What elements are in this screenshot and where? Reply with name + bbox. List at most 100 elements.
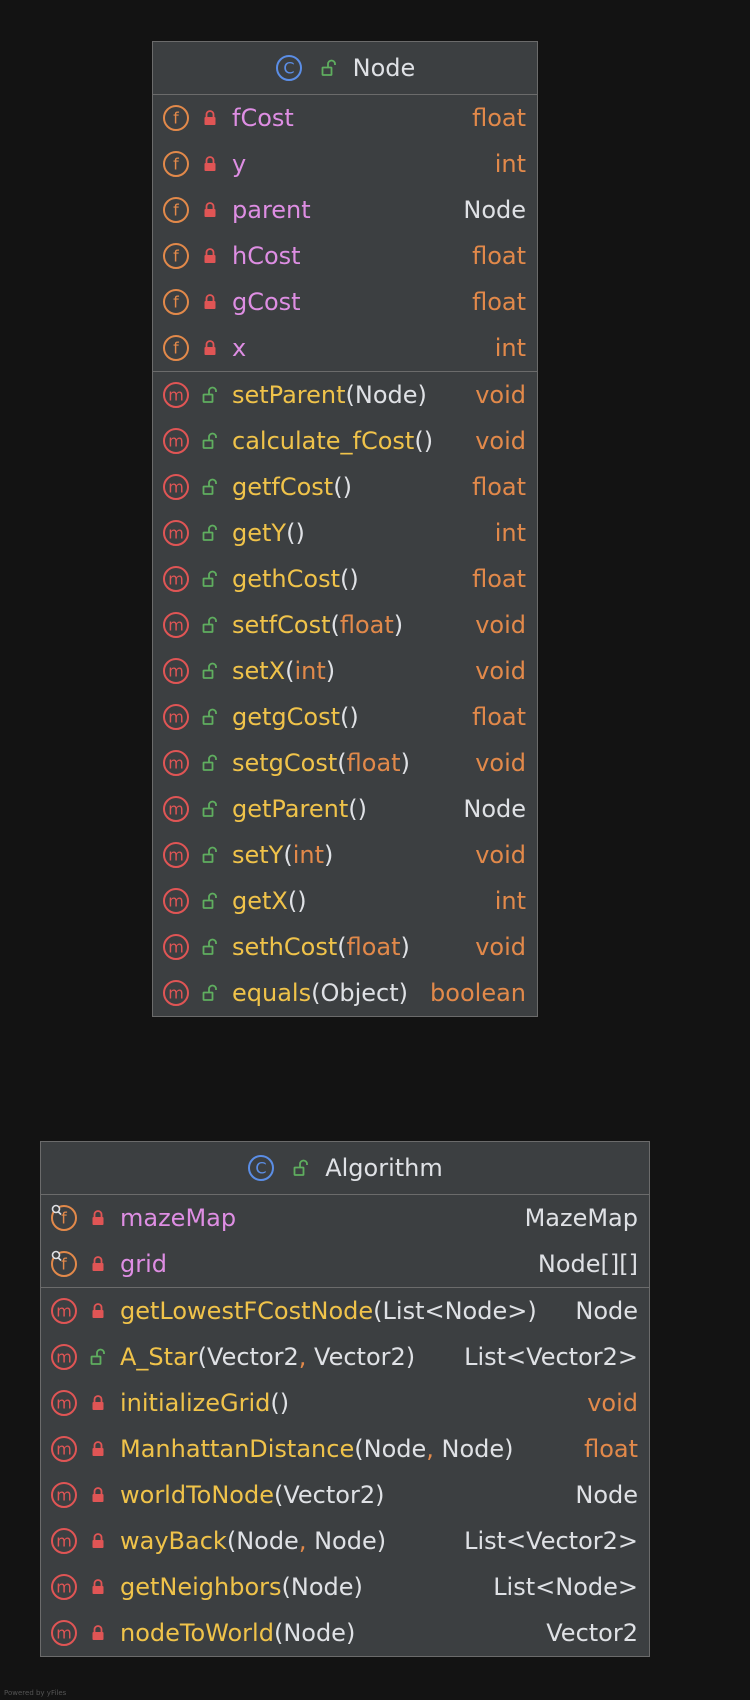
field-row[interactable]: f grid Node[][] [41, 1241, 649, 1287]
method-signature: gethCost() [232, 565, 462, 593]
method-row[interactable]: m sethCost(float) void [153, 924, 537, 970]
method-name: setX [232, 657, 286, 685]
class-icon: C [275, 55, 302, 81]
paren-close: ) [349, 565, 359, 593]
method-icon: m [163, 796, 189, 822]
field-row[interactable]: f hCost float [153, 233, 537, 279]
field-icon: f [163, 105, 189, 131]
return-type: Node [575, 1297, 638, 1325]
fields-section: f fCost float f y int f parent Node f hCost float f g… [153, 95, 537, 371]
method-icon: m [163, 704, 189, 730]
field-name: hCost [232, 242, 301, 270]
field-icon: f [163, 197, 189, 223]
param-type: Node [354, 381, 418, 409]
method-row[interactable]: m nodeToWorld(Node) Vector2 [41, 1610, 649, 1656]
svg-text:m: m [56, 1486, 72, 1505]
method-row[interactable]: m setgCost(float) void [153, 740, 537, 786]
method-row[interactable]: m getX() int [153, 878, 537, 924]
svg-text:m: m [56, 1394, 72, 1413]
private-visibility-icon [92, 1487, 104, 1502]
field-row[interactable]: f fCost float [153, 95, 537, 141]
method-name: nodeToWorld [120, 1619, 274, 1647]
return-type: boolean [430, 979, 526, 1007]
class-box-algorithm[interactable]: C Algorithm f mazeMap MazeMap f grid Node[][] m g… [40, 1141, 650, 1657]
method-signature: initializeGrid() [120, 1389, 577, 1417]
svg-text:m: m [168, 478, 184, 497]
method-icon: m [51, 1436, 77, 1462]
svg-text:C: C [256, 1159, 267, 1178]
method-name: getX [232, 887, 288, 915]
private-visibility-icon [92, 1210, 104, 1225]
method-row[interactable]: m getLowestFCostNode(List<Node>) Node [41, 1288, 649, 1334]
method-signature: ManhattanDistance(Node, Node) [120, 1435, 574, 1463]
svg-text:m: m [168, 892, 184, 911]
field-name: grid [120, 1250, 168, 1278]
method-row[interactable]: m wayBack(Node, Node) List<Vector2> [41, 1518, 649, 1564]
paren-close: ) [417, 381, 427, 409]
svg-text:m: m [168, 662, 184, 681]
method-row[interactable]: m getNeighbors(Node) List<Node> [41, 1564, 649, 1610]
method-signature: getX() [232, 887, 485, 915]
param-type: int [294, 657, 326, 685]
method-signature: setX(int) [232, 657, 465, 685]
svg-text:m: m [56, 1348, 72, 1367]
field-row[interactable]: f gCost float [153, 279, 537, 325]
param-type: Vector2 [283, 1481, 376, 1509]
method-signature: setfCost(float) [232, 611, 465, 639]
field-icon: f [51, 1204, 77, 1231]
paren-close: ) [398, 979, 409, 1007]
method-signature: nodeToWorld(Node) [120, 1619, 536, 1647]
param-type: float [346, 933, 401, 961]
method-name: getgCost [232, 703, 340, 731]
svg-text:f: f [173, 109, 179, 128]
method-name: setY [232, 841, 284, 869]
method-row[interactable]: m setY(int) void [153, 832, 537, 878]
field-icon: f [163, 335, 189, 361]
paren-close: ) [357, 795, 367, 823]
method-row[interactable]: m getfCost() float [153, 464, 537, 510]
method-row[interactable]: m initializeGrid() void [41, 1380, 649, 1426]
field-row[interactable]: f x int [153, 325, 537, 371]
method-row[interactable]: m setfCost(float) void [153, 602, 537, 648]
paren-open: ( [339, 565, 350, 593]
paren-open: ( [273, 1619, 284, 1647]
param-type: float [339, 611, 394, 639]
svg-text:m: m [168, 754, 184, 773]
svg-text:m: m [168, 386, 184, 405]
method-row[interactable]: m setX(int) void [153, 648, 537, 694]
method-icon: m [51, 1574, 77, 1600]
svg-text:m: m [168, 570, 184, 589]
return-type: List<Vector2> [464, 1527, 638, 1555]
public-visibility-icon [202, 662, 217, 679]
field-type: int [494, 334, 526, 362]
method-row[interactable]: m setParent(Node) void [153, 372, 537, 418]
return-type: void [587, 1389, 638, 1417]
method-name: ManhattanDistance [120, 1435, 355, 1463]
public-visibility-icon [202, 478, 217, 495]
method-row[interactable]: m gethCost() float [153, 556, 537, 602]
svg-text:f: f [173, 155, 179, 174]
method-signature: getLowestFCostNode(List<Node>) [120, 1297, 565, 1325]
field-row[interactable]: f y int [153, 141, 537, 187]
svg-text:m: m [168, 432, 184, 451]
method-name: sethCost [232, 933, 338, 961]
method-row[interactable]: m calculate_fCost() void [153, 418, 537, 464]
method-row[interactable]: m getgCost() float [153, 694, 537, 740]
method-icon: m [51, 1482, 77, 1508]
method-signature: worldToNode(Vector2) [120, 1481, 565, 1509]
method-row[interactable]: m worldToNode(Vector2) Node [41, 1472, 649, 1518]
public-visibility-icon [90, 1348, 105, 1365]
field-row[interactable]: f mazeMap MazeMap [41, 1195, 649, 1241]
method-row[interactable]: m A_Star(Vector2, Vector2) List<Vector2> [41, 1334, 649, 1380]
method-row[interactable]: m getY() int [153, 510, 537, 556]
method-signature: setY(int) [232, 841, 465, 869]
method-row[interactable]: m ManhattanDistance(Node, Node) float [41, 1426, 649, 1472]
class-box-node[interactable]: C Node f fCost float f y int f parent Node f hCost fl… [152, 41, 538, 1017]
param-type: Node [363, 1435, 427, 1463]
method-row[interactable]: m getParent() Node [153, 786, 537, 832]
method-row[interactable]: m equals(Object) boolean [153, 970, 537, 1016]
field-row[interactable]: f parent Node [153, 187, 537, 233]
paren-close: ) [342, 473, 352, 501]
svg-text:m: m [168, 524, 184, 543]
param-type: float [346, 749, 401, 777]
